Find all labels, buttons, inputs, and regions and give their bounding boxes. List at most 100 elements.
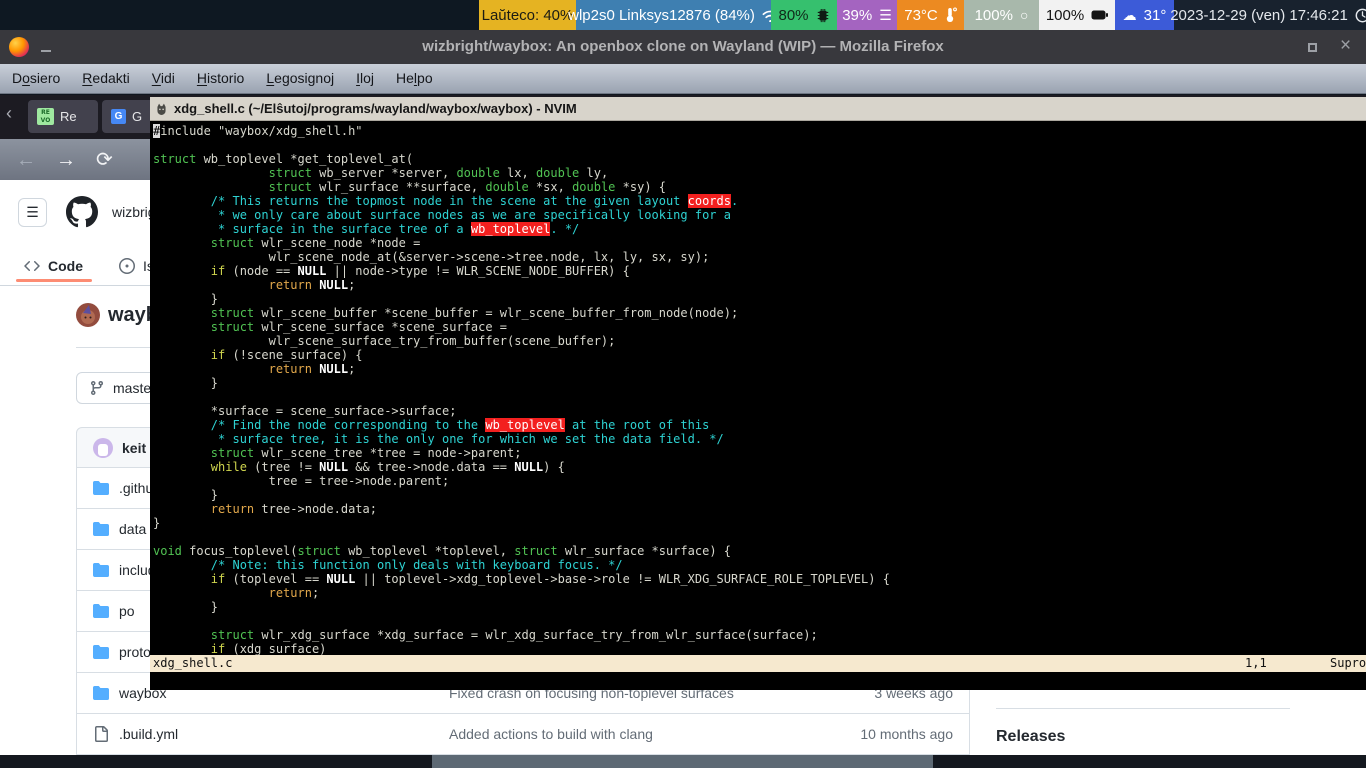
menu-item[interactable]: Vidi xyxy=(141,64,186,94)
tab-label: Re xyxy=(60,109,77,124)
code-line: wlr_scene_node_at(&server->scene->tree.n… xyxy=(153,250,1366,264)
network-label: wlp2s0 Linksys12876 (84%) xyxy=(568,7,755,24)
branch-name: maste xyxy=(113,380,151,396)
code-line: struct wlr_scene_node *node = xyxy=(153,236,1366,250)
folder-icon xyxy=(93,521,109,537)
nvim-icon xyxy=(155,102,168,115)
window-titlebar[interactable]: wizbright/waybox: An openbox clone on Wa… xyxy=(0,30,1366,64)
active-tab-underline xyxy=(16,279,92,282)
code-line: struct wb_toplevel *get_toplevel_at( xyxy=(153,152,1366,166)
battery-icon xyxy=(1091,10,1108,20)
horizontal-scrollbar[interactable] xyxy=(0,755,1366,768)
code-line: /* Note: this function only deals with k… xyxy=(153,558,1366,572)
forward-icon[interactable]: → xyxy=(56,150,76,170)
memory-indicator[interactable]: 39% ☰ xyxy=(837,0,897,30)
commit-author-avatar[interactable] xyxy=(93,438,113,458)
issues-icon xyxy=(119,258,135,274)
code-line: while (tree != NULL && tree->node.data =… xyxy=(153,460,1366,474)
cloud-icon: ☁ xyxy=(1123,8,1137,22)
commit-message-link[interactable]: Added actions to build with clang xyxy=(449,726,839,742)
battery-label: 100% xyxy=(1046,7,1084,24)
code-line: return tree->node.data; xyxy=(153,502,1366,516)
code-line: if (toplevel == NULL || toplevel->xdg_to… xyxy=(153,572,1366,586)
list-icon: ☰ xyxy=(879,8,892,22)
clock-indicator[interactable]: 2023-12-29 (ven) 17:46:21 xyxy=(1174,0,1366,30)
code-line: struct wlr_scene_tree *tree = node->pare… xyxy=(153,446,1366,460)
code-line xyxy=(153,614,1366,628)
code-line: struct wlr_surface **surface, double *sx… xyxy=(153,180,1366,194)
maximize-icon[interactable] xyxy=(1308,43,1317,52)
code-line: /* Find the node corresponding to the wb… xyxy=(153,418,1366,432)
code-line xyxy=(153,138,1366,152)
chip-icon xyxy=(816,8,830,23)
temperature-indicator[interactable]: 73°C xyxy=(897,0,964,30)
reload-icon[interactable]: ⟳ xyxy=(96,150,113,170)
battery-indicator[interactable]: 100% xyxy=(1039,0,1115,30)
terminal-titlebar[interactable]: xdg_shell.c (~/Elŝutoj/programs/wayland/… xyxy=(150,97,1366,121)
terminal-title: xdg_shell.c (~/Elŝutoj/programs/wayland/… xyxy=(174,101,577,116)
tab-code-label: Code xyxy=(48,258,83,274)
volume-indicator[interactable]: Laŭteco: 40% xyxy=(479,0,576,30)
clock-label: 2023-12-29 (ven) 17:46:21 xyxy=(1170,7,1348,24)
statusline-filename: xdg_shell.c xyxy=(153,655,232,672)
nvim-terminal-window: xdg_shell.c (~/Elŝutoj/programs/wayland/… xyxy=(150,97,1366,690)
meter-label: 100% xyxy=(975,7,1013,24)
weather-indicator[interactable]: ☁ 31° xyxy=(1115,0,1174,30)
commit-author-link[interactable]: keit xyxy=(122,440,146,456)
volume-label: Laŭteco: 40% xyxy=(482,7,574,24)
code-line xyxy=(153,390,1366,404)
back-icon[interactable]: ← xyxy=(16,150,36,170)
tab-scroll-left-icon[interactable]: ‹ xyxy=(6,103,12,124)
network-indicator[interactable]: wlp2s0 Linksys12876 (84%) xyxy=(576,0,771,30)
code-line xyxy=(153,530,1366,544)
menu-item[interactable]: Dosiero xyxy=(1,64,71,94)
menu-item[interactable]: Helpo xyxy=(385,64,444,94)
releases-heading[interactable]: Releases xyxy=(996,728,1065,746)
hamburger-icon: ☰ xyxy=(26,204,39,221)
file-icon xyxy=(93,726,109,742)
code-line: #include "waybox/xdg_shell.h" xyxy=(153,124,1366,138)
vim-statusline: xdg_shell.c 1,1 Supro xyxy=(150,655,1366,672)
menu-item[interactable]: Redakti xyxy=(71,64,140,94)
statusline-scroll: Supro xyxy=(1330,655,1366,672)
code-line: *surface = scene_surface->surface; xyxy=(153,404,1366,418)
code-line: return; xyxy=(153,586,1366,600)
menu-item[interactable]: Legosignoj xyxy=(255,64,345,94)
scrollbar-thumb[interactable] xyxy=(432,755,933,768)
cpu-indicator[interactable]: 80% xyxy=(771,0,837,30)
menu-item[interactable]: Iloj xyxy=(345,64,385,94)
code-line: struct wb_server *server, double lx, dou… xyxy=(153,166,1366,180)
code-line: wlr_scene_surface_try_from_buffer(scene_… xyxy=(153,334,1366,348)
cpu-label: 80% xyxy=(778,7,808,24)
browser-tab-revo[interactable]: REVO Re xyxy=(28,100,98,133)
google-translate-favicon: G xyxy=(111,109,126,124)
code-line: } xyxy=(153,376,1366,390)
code-line: return NULL; xyxy=(153,362,1366,376)
code-area[interactable]: #include "waybox/xdg_shell.h" struct wb_… xyxy=(150,121,1366,656)
code-line: if (node == NULL || node->type != WLR_SC… xyxy=(153,264,1366,278)
file-name-link[interactable]: .build.yml xyxy=(119,726,449,742)
code-line: * we only care about surface nodes as we… xyxy=(153,208,1366,222)
repo-avatar xyxy=(76,303,100,327)
hamburger-menu-button[interactable]: ☰ xyxy=(18,198,47,227)
tab-label: G xyxy=(132,109,142,124)
git-branch-icon xyxy=(89,380,105,396)
terminal-body[interactable]: #include "waybox/xdg_shell.h" struct wb_… xyxy=(150,121,1366,690)
code-line: return NULL; xyxy=(153,278,1366,292)
code-line: if (!scene_surface) { xyxy=(153,348,1366,362)
close-icon[interactable]: × xyxy=(1340,30,1351,64)
statusline-position: 1,1 xyxy=(1245,655,1267,672)
window-title: wizbright/waybox: An openbox clone on Wa… xyxy=(0,30,1366,64)
memory-label: 39% xyxy=(842,7,872,24)
code-line: void focus_toplevel(struct wb_toplevel *… xyxy=(153,544,1366,558)
table-row: .build.ymlAdded actions to build with cl… xyxy=(77,714,969,755)
tab-code[interactable]: Code xyxy=(24,258,83,274)
clock-icon xyxy=(1355,8,1366,23)
menu-bar: DosieroRedaktiVidiHistorioLegosignojIloj… xyxy=(0,64,1366,94)
github-logo-icon[interactable] xyxy=(66,196,98,228)
code-line: /* This returns the topmost node in the … xyxy=(153,194,1366,208)
sidebar-divider xyxy=(996,708,1290,709)
meter-indicator[interactable]: 100% ○ xyxy=(964,0,1039,30)
menu-item[interactable]: Historio xyxy=(186,64,255,94)
code-line: if (xdg_surface) xyxy=(153,642,1366,656)
